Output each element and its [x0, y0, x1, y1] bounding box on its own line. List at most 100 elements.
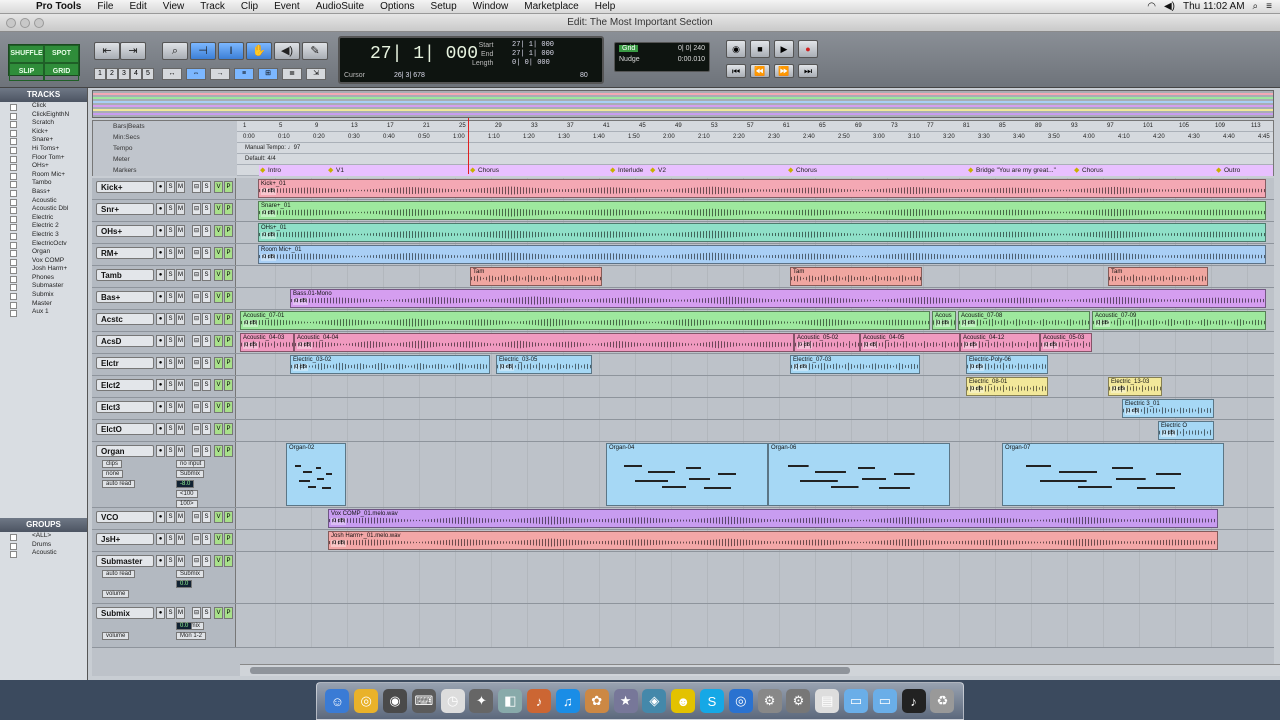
track-list-item[interactable]: Kick+ [0, 128, 87, 137]
track-lane[interactable]: Electric_03-020 dBElectric_03-050 dBElec… [240, 354, 1274, 375]
clip[interactable]: Acoustic_04-050 dB [860, 333, 960, 352]
marker-interlude[interactable]: Interlude [609, 165, 649, 176]
s-button[interactable]: S [202, 357, 211, 369]
clip[interactable]: Organ-02 [286, 443, 346, 506]
track-lane[interactable]: Tam Tam Tam [240, 266, 1274, 287]
voice-p[interactable]: P [224, 607, 233, 619]
voice-p[interactable]: P [224, 379, 233, 391]
pro-tools-icon[interactable]: ◉ [383, 689, 408, 713]
clip[interactable]: Acoustic_04-040 dB [294, 333, 794, 352]
itunes-icon[interactable]: ♫ [555, 689, 580, 713]
track-name[interactable]: VCO [96, 511, 154, 523]
mute-button[interactable]: M [176, 313, 185, 325]
track-name[interactable]: JsH+ [96, 533, 154, 545]
s-button[interactable]: S [202, 225, 211, 237]
main-counter-value[interactable]: 27| 1| 000 [370, 44, 478, 64]
solo-button[interactable]: S [166, 269, 175, 281]
rec-icon[interactable]: ● [156, 269, 165, 281]
clip[interactable]: Electric_13-030 dB [1108, 377, 1162, 396]
io-vol[interactable]: 0.0 [176, 622, 193, 630]
input-icon[interactable]: ⊟ [192, 225, 201, 237]
scrubber-tool-icon[interactable]: ◀) [274, 42, 300, 60]
volume-icon[interactable]: ◀) [1164, 1, 1175, 12]
track-lane[interactable]: Bass.01-Mono0 dB [240, 288, 1274, 309]
bars-ruler[interactable]: Bars|Beats 1 5 9 13 17 21 25 29 33 37 41 45 49 53 57 61… [93, 121, 1273, 132]
grid-value[interactable]: 0| 0| 240 [678, 45, 705, 52]
mute-button[interactable]: M [176, 225, 185, 237]
rec-icon[interactable]: ● [156, 511, 165, 523]
track-lane[interactable]: Acoustic_07-010 dBAcous0 dBAcoustic_07-0… [240, 310, 1274, 331]
s-button[interactable]: S [202, 181, 211, 193]
group-item[interactable]: Drums [0, 541, 87, 550]
voice-v[interactable]: V [214, 533, 223, 545]
track-lane[interactable] [240, 604, 1274, 647]
voice-v[interactable]: V [214, 607, 223, 619]
zoom-preset-2[interactable]: 2 [106, 68, 118, 80]
track-list-item[interactable]: Aux 1 [0, 308, 87, 317]
voice-p[interactable]: P [224, 225, 233, 237]
adium-icon[interactable]: ☻ [671, 689, 696, 713]
io-volume[interactable]: volume [102, 632, 130, 640]
chrome-icon[interactable]: ◎ [354, 689, 379, 713]
track-lane[interactable]: Room Mic+_010 dB [240, 244, 1274, 265]
rec-icon[interactable]: ● [156, 247, 165, 259]
input-icon[interactable]: ⊟ [192, 181, 201, 193]
voice-v[interactable]: V [214, 401, 223, 413]
photos-icon[interactable]: ✿ [584, 689, 609, 713]
zoom-preset-5[interactable]: 5 [142, 68, 154, 80]
zoom-out-h-icon[interactable]: ⇤ [94, 42, 120, 60]
mode-spot[interactable]: SPOT [44, 45, 79, 63]
voice-p[interactable]: P [224, 445, 233, 457]
track-list-item[interactable]: Floor Tom+ [0, 154, 87, 163]
mute-button[interactable]: M [176, 533, 185, 545]
solo-button[interactable]: S [166, 423, 175, 435]
skype-icon[interactable]: S [699, 689, 724, 713]
voice-v[interactable]: V [214, 291, 223, 303]
track-name[interactable]: Kick+ [96, 181, 154, 193]
track-list-item[interactable]: Click [0, 102, 87, 111]
mute-button[interactable]: M [176, 181, 185, 193]
notes-icon[interactable]: ▤ [815, 689, 840, 713]
meter-ruler[interactable]: Meter Default: 4/4 [93, 154, 1273, 165]
track-name[interactable]: Elctr [96, 357, 154, 369]
input-icon[interactable]: ⊟ [192, 291, 201, 303]
mute-button[interactable]: M [176, 379, 185, 391]
rec-icon[interactable]: ● [156, 445, 165, 457]
track-name[interactable]: Bas+ [96, 291, 154, 303]
clip[interactable]: Organ-06 [768, 443, 950, 506]
mute-button[interactable]: M [176, 607, 185, 619]
input-icon[interactable]: ⊟ [192, 511, 201, 523]
tab-to-transient-icon[interactable]: ↔ [162, 68, 182, 80]
minimize-button[interactable] [20, 18, 30, 28]
marker-outro[interactable]: Outro [1215, 165, 1273, 176]
zoom-button[interactable] [34, 18, 44, 28]
mode-slip[interactable]: SLIP [9, 63, 44, 81]
voice-v[interactable]: V [214, 511, 223, 523]
mute-button[interactable]: M [176, 357, 185, 369]
track-lane[interactable]: Electric 3_010 dB [240, 398, 1274, 419]
clip[interactable]: Tam [790, 267, 922, 286]
clip[interactable]: Acoustic_05-020 dB [794, 333, 860, 352]
marker-bridge[interactable]: Bridge "You are my great..." [967, 165, 1073, 176]
clip[interactable]: Tam [1108, 267, 1208, 286]
solo-button[interactable]: S [166, 401, 175, 413]
mute-button[interactable]: M [176, 401, 185, 413]
track-lane[interactable]: Josh Harm+_01.melo.wav0 dB [240, 530, 1274, 551]
clip[interactable]: Acoustic_07-080 dB [958, 311, 1090, 330]
solo-button[interactable]: S [166, 203, 175, 215]
s-button[interactable]: S [202, 533, 211, 545]
track-lane[interactable]: Electric_08-010 dB Electric_13-030 dB [240, 376, 1274, 397]
folder-icon[interactable]: ▭ [872, 689, 897, 713]
s-button[interactable]: S [202, 269, 211, 281]
zoom-in-h-icon[interactable]: ⇥ [120, 42, 146, 60]
selector-tool-icon[interactable]: I [218, 42, 244, 60]
marker-v1[interactable]: V1 [327, 165, 469, 176]
grabber-tool-icon[interactable]: ✋ [246, 42, 272, 60]
clip[interactable]: Kick+_010 dB [258, 179, 1266, 198]
menu-window[interactable]: Window [465, 1, 517, 12]
track-name[interactable]: Submix [96, 607, 154, 619]
voice-p[interactable]: P [224, 423, 233, 435]
input-icon[interactable]: ⊟ [192, 203, 201, 215]
edit-window-options-icon[interactable]: ⇲ [306, 68, 326, 80]
solo-button[interactable]: S [166, 379, 175, 391]
